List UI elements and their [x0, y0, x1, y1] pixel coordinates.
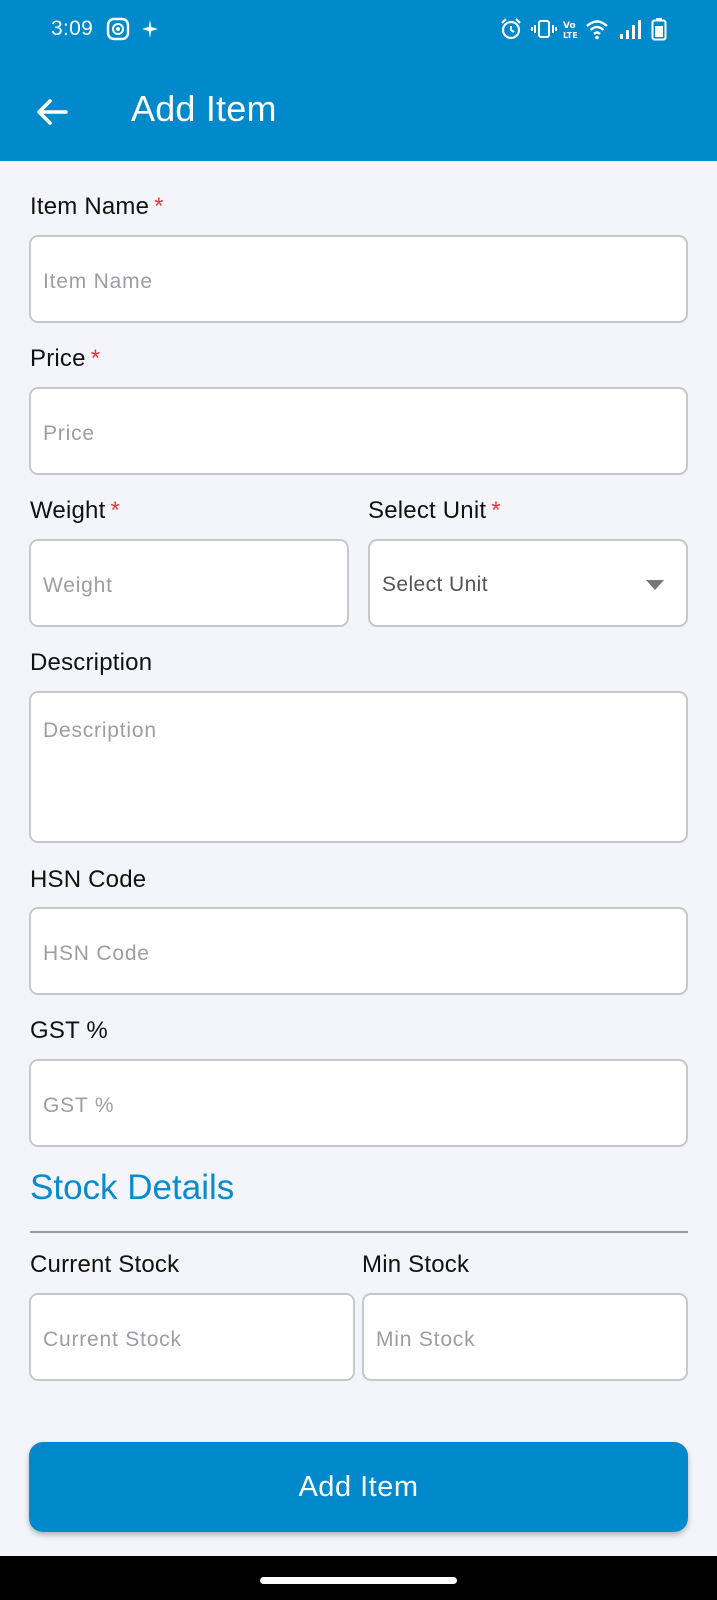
price-label-text: Price	[30, 345, 86, 372]
min-stock-label: Min Stock	[362, 1251, 469, 1279]
description-label-text: Description	[30, 649, 153, 676]
weight-placeholder: Weight	[43, 574, 113, 597]
item-name-placeholder: Item Name	[43, 270, 153, 293]
current-stock-input[interactable]: Current Stock	[29, 1293, 355, 1381]
weight-input[interactable]: Weight	[29, 539, 349, 627]
wifi-icon	[586, 20, 608, 40]
hsn-input[interactable]: HSN Code	[29, 907, 688, 995]
unit-label-text: Select Unit	[368, 497, 487, 524]
price-input[interactable]: Price	[29, 387, 688, 475]
description-textarea[interactable]: Description	[29, 691, 688, 843]
unit-select[interactable]: Select Unit	[368, 539, 688, 627]
back-arrow-icon[interactable]	[30, 90, 74, 134]
page-title: Add Item	[131, 88, 277, 129]
current-stock-label: Current Stock	[30, 1251, 179, 1279]
sparkle-icon	[142, 20, 158, 38]
volte-icon: Vo LTE	[563, 21, 578, 40]
price-label: Price *	[30, 345, 100, 373]
min-stock-placeholder: Min Stock	[376, 1328, 476, 1351]
status-time: 3:09	[51, 17, 94, 40]
svg-text:Vo: Vo	[563, 21, 576, 31]
min-stock-input[interactable]: Min Stock	[362, 1293, 688, 1381]
required-mark: *	[90, 345, 101, 372]
vibrate-icon	[531, 20, 557, 38]
weight-label: Weight *	[30, 497, 120, 525]
svg-text:LTE: LTE	[563, 31, 578, 40]
item-name-label: Item Name *	[30, 193, 164, 221]
battery-icon	[651, 18, 667, 41]
min-stock-label-text: Min Stock	[362, 1251, 470, 1278]
signal-icon	[620, 20, 641, 39]
gst-label-text: GST %	[30, 1017, 108, 1044]
required-mark: *	[491, 497, 501, 524]
current-stock-label-text: Current Stock	[30, 1251, 180, 1278]
home-indicator[interactable]	[260, 1577, 457, 1584]
hsn-placeholder: HSN Code	[43, 942, 150, 965]
gst-input[interactable]: GST %	[29, 1059, 688, 1147]
description-label: Description	[30, 649, 152, 677]
gst-label: GST %	[30, 1017, 108, 1045]
alarm-icon	[501, 18, 521, 40]
unit-label: Select Unit *	[368, 497, 501, 525]
gst-placeholder: GST %	[43, 1094, 115, 1117]
screen-record-icon	[106, 17, 130, 41]
add-item-button[interactable]: Add Item	[29, 1442, 688, 1532]
item-name-input[interactable]: Item Name	[29, 235, 688, 323]
app-bar: 3:09 Vo LTE Add Item	[0, 0, 717, 161]
price-placeholder: Price	[43, 422, 95, 445]
section-divider	[30, 1231, 688, 1233]
hsn-label: HSN Code	[30, 866, 146, 894]
weight-label-text: Weight	[30, 497, 106, 524]
unit-selected-value: Select Unit	[382, 573, 488, 596]
description-placeholder: Description	[43, 719, 157, 742]
item-name-label-text: Item Name	[30, 193, 150, 220]
dropdown-caret-icon	[646, 580, 664, 590]
current-stock-placeholder: Current Stock	[43, 1328, 182, 1351]
stock-details-heading: Stock Details	[30, 1168, 235, 1207]
required-mark: *	[154, 193, 164, 220]
hsn-label-text: HSN Code	[30, 866, 147, 893]
add-item-button-label: Add Item	[298, 1470, 419, 1503]
required-mark: *	[110, 497, 121, 524]
